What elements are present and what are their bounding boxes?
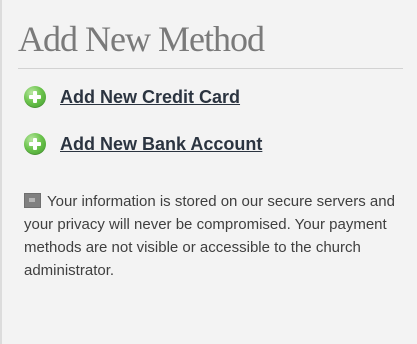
add-bank-account-label[interactable]: Add New Bank Account bbox=[60, 134, 262, 155]
plus-circle-icon[interactable] bbox=[24, 133, 46, 155]
add-bank-account-link[interactable]: Add New Bank Account bbox=[24, 133, 262, 155]
section-title: Add New Method bbox=[18, 19, 265, 59]
security-info-text: Your information is stored on our secure… bbox=[24, 193, 395, 279]
add-credit-card-label[interactable]: Add New Credit Card bbox=[60, 87, 240, 108]
plus-circle-icon[interactable] bbox=[24, 86, 46, 108]
add-credit-card-link[interactable]: Add New Credit Card bbox=[24, 86, 240, 108]
security-info: Your information is stored on our secure… bbox=[24, 190, 404, 282]
title-divider bbox=[18, 68, 403, 69]
lock-icon bbox=[24, 193, 41, 208]
add-new-method-panel: Add New Method Add New Credit Card Add N… bbox=[0, 0, 417, 344]
